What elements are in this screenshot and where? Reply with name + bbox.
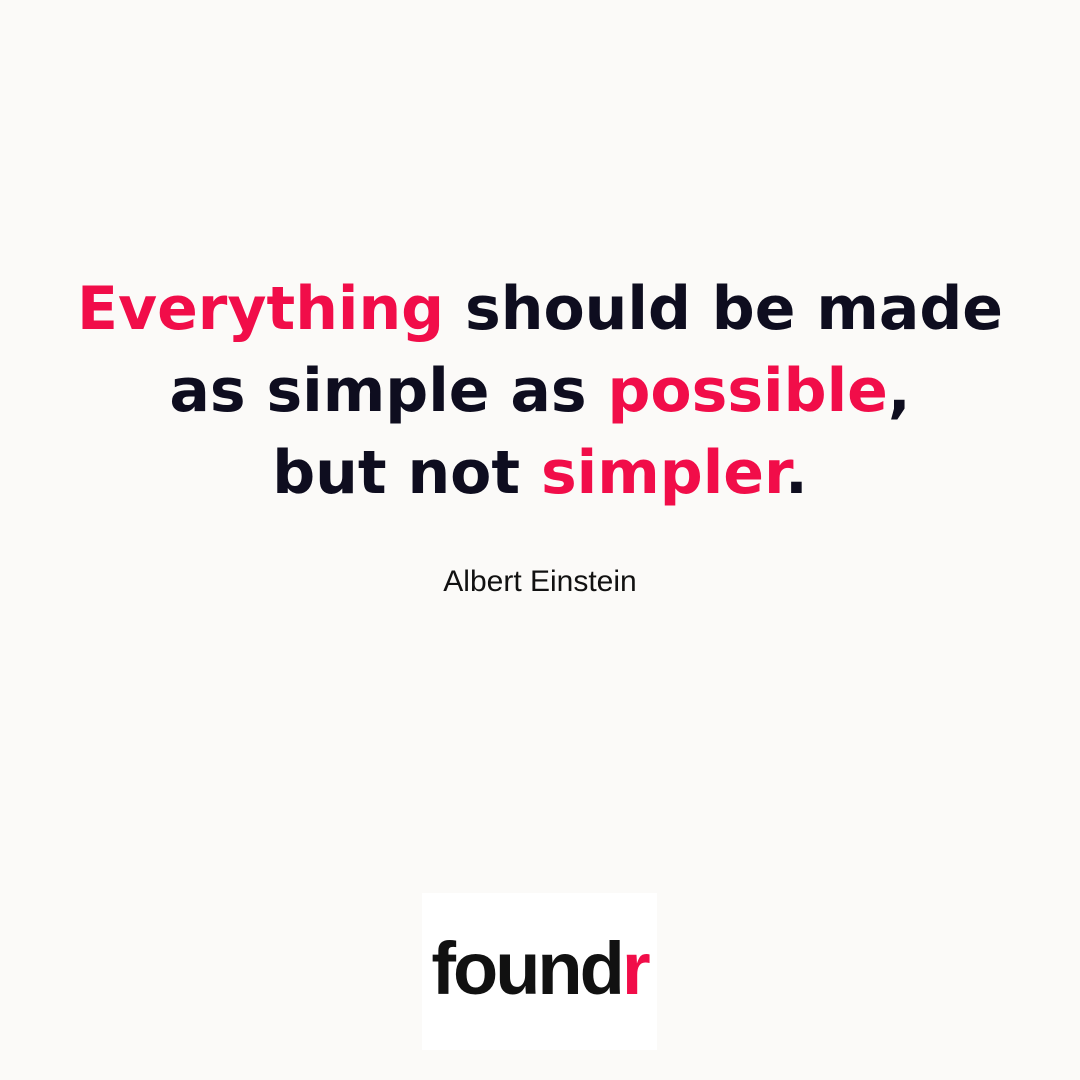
quote-text: Everything should be made as simple as p…: [0, 268, 1080, 514]
quote-line-3-trail: .: [785, 438, 808, 508]
foundr-logo: foundr: [431, 931, 650, 1006]
quote-author: Albert Einstein: [443, 565, 637, 598]
quote-line-2-trail: ,: [887, 356, 911, 426]
quote-highlight-possible: possible: [607, 356, 888, 426]
quote-line-1-rest: should be made: [444, 274, 1003, 344]
quote-line-1: Everything should be made: [0, 268, 1080, 350]
logo-box: foundr: [422, 893, 657, 1050]
quote-line-3: but not simpler.: [0, 432, 1080, 514]
quote-line-3-lead: but not: [272, 438, 541, 508]
logo-main-text: found: [431, 926, 624, 1010]
quote-line-2: as simple as possible,: [0, 350, 1080, 432]
logo-accent-letter: r: [621, 926, 651, 1010]
quote-highlight-everything: Everything: [77, 274, 445, 344]
quote-highlight-simpler: simpler: [540, 438, 785, 508]
quote-line-2-lead: as simple as: [169, 356, 608, 426]
